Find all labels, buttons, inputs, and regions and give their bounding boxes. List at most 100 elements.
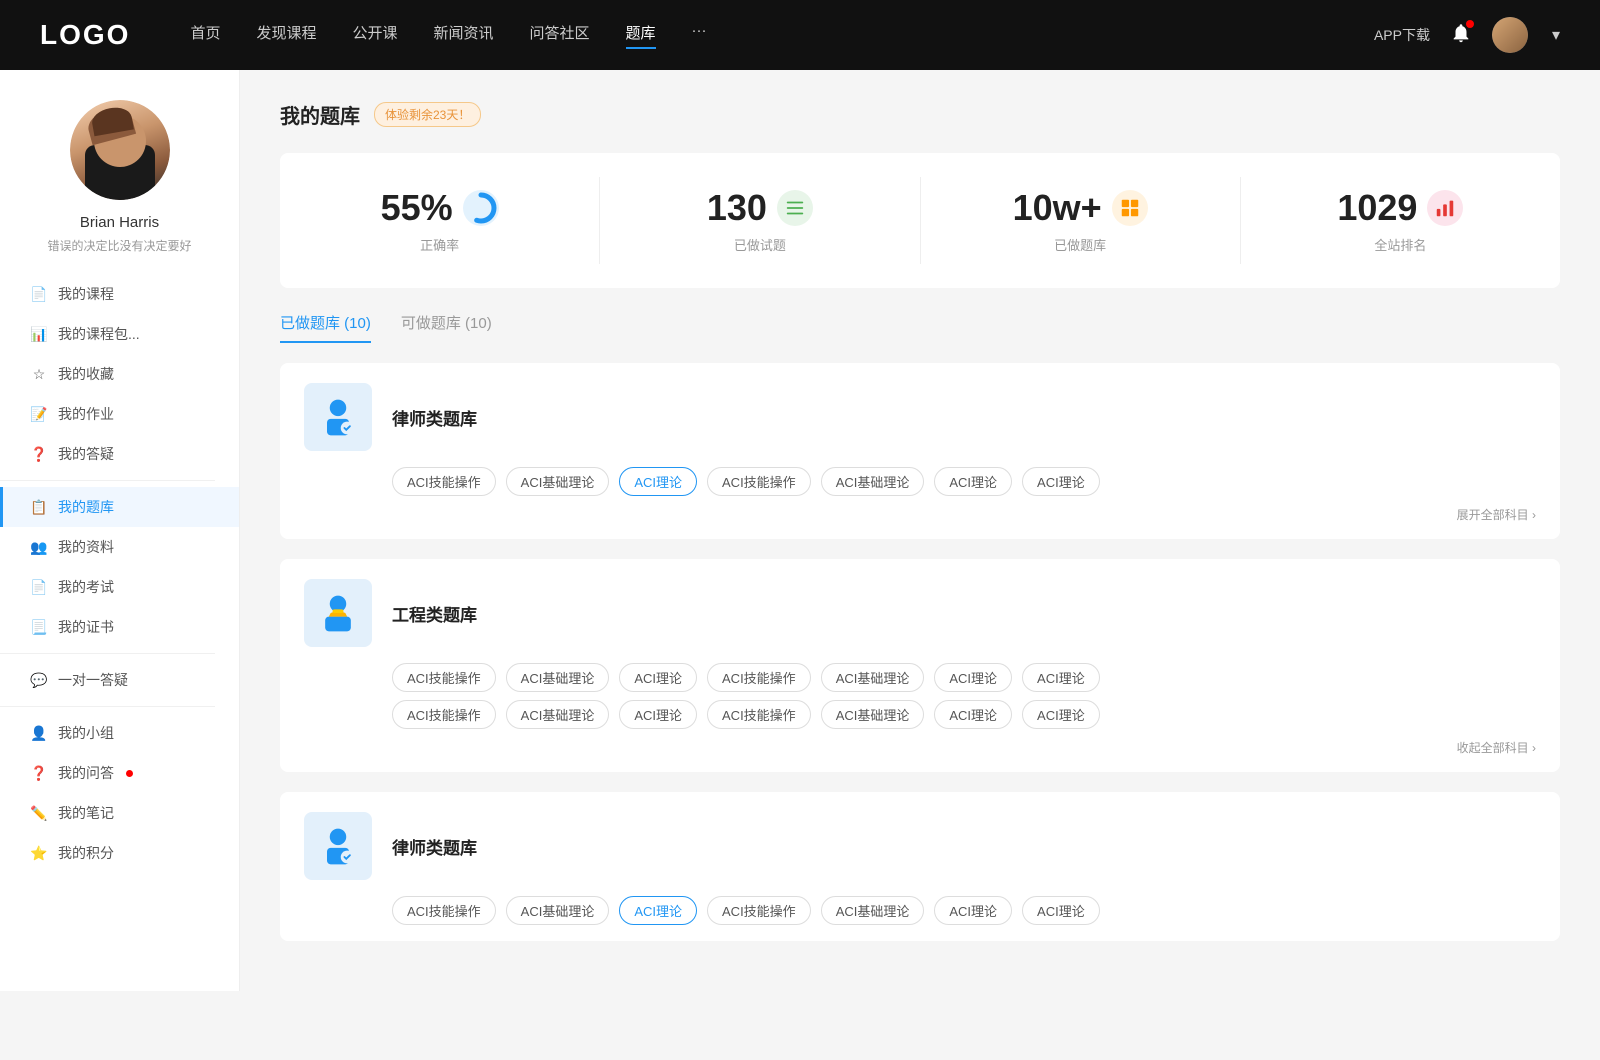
qbank-title-2: 律师类题库 <box>392 834 477 859</box>
qbank-title-0: 律师类题库 <box>392 405 477 430</box>
expand-link-1[interactable]: 收起全部科目 › <box>1457 739 1536 756</box>
qbank-tag-1-9[interactable]: ACI理论 <box>619 700 697 729</box>
qbank-tag-1-8[interactable]: ACI基础理论 <box>506 700 610 729</box>
sidebar-user-motto: 错误的决定比没有决定要好 <box>27 237 211 254</box>
menu-icon-4: ❓ <box>30 445 48 463</box>
menu-icon-1: 📊 <box>30 325 48 343</box>
qbank-tag-1-6[interactable]: ACI理论 <box>1022 663 1100 692</box>
sidebar-item-8[interactable]: 📃我的证书 <box>0 607 239 647</box>
menu-icon-11: ❓ <box>30 764 48 782</box>
sidebar-item-6[interactable]: 👥我的资料 <box>0 527 239 567</box>
menu-icon-3: 📝 <box>30 405 48 423</box>
sidebar-item-10[interactable]: 👤我的小组 <box>0 713 239 753</box>
nav-item-首页[interactable]: 首页 <box>190 22 220 49</box>
menu-label-11: 我的问答 <box>58 763 114 783</box>
nav-item-题库[interactable]: 题库 <box>626 22 656 49</box>
qbank-tags-row2-1: ACI技能操作 ACI基础理论 ACI理论 ACI技能操作 ACI基础理论 ACI理论 AC… <box>392 700 1536 729</box>
qbank-tag-0-1[interactable]: ACI基础理论 <box>506 467 610 496</box>
qbank-tag-0-4[interactable]: ACI基础理论 <box>821 467 925 496</box>
qbank-tag-1-12[interactable]: ACI理论 <box>934 700 1012 729</box>
menu-icon-7: 📄 <box>30 578 48 596</box>
stat-icon-0 <box>463 190 499 226</box>
qbank-tag-0-3[interactable]: ACI技能操作 <box>707 467 811 496</box>
sidebar-user-name: Brian Harris <box>80 214 159 231</box>
stat-label-2: 已做题库 <box>1054 235 1106 254</box>
tab-0[interactable]: 已做题库 (10) <box>280 312 371 343</box>
sidebar-item-2[interactable]: ☆我的收藏 <box>0 354 239 394</box>
qbank-card-1: 工程类题库 ACI技能操作ACI基础理论ACI理论ACI技能操作ACI基础理论A… <box>280 559 1560 772</box>
stats-bar: 55% 正确率 130 已做试题 10w+ 已做题库 1029 <box>280 153 1560 288</box>
sidebar-item-3[interactable]: 📝我的作业 <box>0 394 239 434</box>
user-dropdown-icon[interactable]: ▾ <box>1552 25 1560 45</box>
stat-value-row-3: 1029 <box>1337 187 1463 229</box>
tab-1[interactable]: 可做题库 (10) <box>401 312 492 343</box>
expand-link-0[interactable]: 展开全部科目 › <box>1457 506 1536 523</box>
sidebar-item-0[interactable]: 📄我的课程 <box>0 274 239 314</box>
sidebar-item-4[interactable]: ❓ 我的答疑 <box>0 434 239 474</box>
sidebar-item-7[interactable]: 📄我的考试 <box>0 567 239 607</box>
stat-icon-3 <box>1427 190 1463 226</box>
sidebar-item-1[interactable]: 📊 我的课程包... <box>0 314 239 354</box>
menu-label-4: 我的答疑 <box>58 444 114 464</box>
qbank-tag-1-4[interactable]: ACI基础理论 <box>821 663 925 692</box>
stat-value-row-1: 130 <box>707 187 813 229</box>
qbank-tag-0-6[interactable]: ACI理论 <box>1022 467 1100 496</box>
qbank-tags-2: ACI技能操作 ACI基础理论 ACI理论 ACI技能操作 ACI基础理论 ACI理论 AC… <box>392 896 1536 925</box>
stat-value-2: 10w+ <box>1013 187 1102 229</box>
notification-bell[interactable] <box>1450 22 1472 49</box>
nav-item-问答社区[interactable]: 问答社区 <box>530 22 590 49</box>
qbank-icon-0 <box>304 383 372 451</box>
sidebar-item-9[interactable]: 💬一对一答疑 <box>0 660 239 700</box>
qbank-tag-1-11[interactable]: ACI基础理论 <box>821 700 925 729</box>
main-content: 我的题库 体验剩余23天！ 55% 正确率 130 已做试题 10w+ 已做 <box>240 70 1600 991</box>
nav-item-···[interactable]: ··· <box>692 22 707 49</box>
menu-icon-2: ☆ <box>30 365 48 383</box>
qbank-tag-1-10[interactable]: ACI技能操作 <box>707 700 811 729</box>
stat-value-0: 55% <box>381 187 453 229</box>
stat-value-row-0: 55% <box>381 187 499 229</box>
logo[interactable]: LOGO <box>40 19 130 51</box>
sidebar-item-13[interactable]: ⭐我的积分 <box>0 833 239 873</box>
menu-label-1: 我的课程包... <box>58 324 140 344</box>
qbank-tag-2-3[interactable]: ACI技能操作 <box>707 896 811 925</box>
qbank-tag-2-6[interactable]: ACI理论 <box>1022 896 1100 925</box>
sidebar-user-avatar <box>70 100 170 200</box>
qbank-tag-1-13[interactable]: ACI理论 <box>1022 700 1100 729</box>
qbank-tag-0-0[interactable]: ACI技能操作 <box>392 467 496 496</box>
qbank-tag-1-3[interactable]: ACI技能操作 <box>707 663 811 692</box>
nav-menu: 首页 发现课程 公开课 新闻资讯 问答社区 题库 ··· <box>190 22 1374 49</box>
qbank-tag-2-1[interactable]: ACI基础理论 <box>506 896 610 925</box>
nav-item-公开课[interactable]: 公开课 <box>352 22 397 49</box>
qbank-tag-2-4[interactable]: ACI基础理论 <box>821 896 925 925</box>
sidebar-item-12[interactable]: ✏️我的笔记 <box>0 793 239 833</box>
qbank-card-0: 律师类题库 ACI技能操作ACI基础理论ACI理论ACI技能操作ACI基础理论A… <box>280 363 1560 539</box>
sidebar-item-5[interactable]: 📋我的题库 <box>0 487 239 527</box>
qbank-icon-2 <box>304 812 372 880</box>
qbank-tag-0-2[interactable]: ACI理论 <box>619 467 697 496</box>
qbank-tag-2-2[interactable]: ACI理论 <box>619 896 697 925</box>
qbank-tag-1-7[interactable]: ACI技能操作 <box>392 700 496 729</box>
qbank-tag-2-5[interactable]: ACI理论 <box>934 896 1012 925</box>
qbank-tag-1-2[interactable]: ACI理论 <box>619 663 697 692</box>
avatar-image <box>1492 17 1528 53</box>
qbank-tags-0: ACI技能操作 ACI基础理论 ACI理论 ACI技能操作 ACI基础理论 ACI理论 AC… <box>392 467 1536 496</box>
qbank-tag-1-0[interactable]: ACI技能操作 <box>392 663 496 692</box>
qbank-icon-1 <box>304 579 372 647</box>
menu-icon-0: 📄 <box>30 285 48 303</box>
qbank-tag-2-0[interactable]: ACI技能操作 <box>392 896 496 925</box>
lawyer-svg <box>316 395 360 439</box>
user-avatar[interactable] <box>1492 17 1528 53</box>
menu-label-12: 我的笔记 <box>58 803 114 823</box>
nav-item-发现课程[interactable]: 发现课程 <box>256 22 316 49</box>
nav-item-新闻资讯[interactable]: 新闻资讯 <box>434 22 494 49</box>
sidebar-item-11[interactable]: ❓ 我的问答 <box>0 753 239 793</box>
sidebar: Brian Harris 错误的决定比没有决定要好 📄我的课程 📊 我的课程包...… <box>0 70 240 991</box>
stat-value-3: 1029 <box>1337 187 1417 229</box>
stat-item-1: 130 已做试题 <box>600 177 920 264</box>
engineer-svg <box>316 591 360 635</box>
qbank-tag-0-5[interactable]: ACI理论 <box>934 467 1012 496</box>
app-download-button[interactable]: APP下载 <box>1374 25 1430 45</box>
qbank-tag-1-5[interactable]: ACI理论 <box>934 663 1012 692</box>
menu-icon-5: 📋 <box>30 498 48 516</box>
qbank-tag-1-1[interactable]: ACI基础理论 <box>506 663 610 692</box>
